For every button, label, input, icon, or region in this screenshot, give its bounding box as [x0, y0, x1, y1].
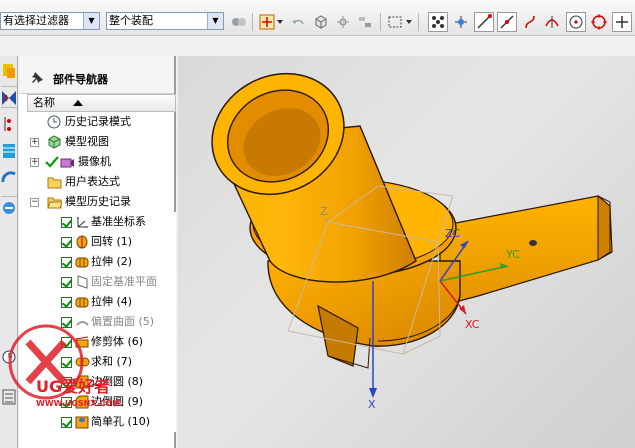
top-toolbar: 有选择过滤器 ▼ 整个装配 ▼ — [0, 0, 635, 36]
snap-control-icon[interactable] — [520, 12, 540, 32]
extrude-icon — [75, 257, 89, 268]
feature-checkbox[interactable] — [61, 297, 72, 308]
hd3d-tools-icon[interactable] — [1, 166, 17, 188]
toolbar-divider — [418, 13, 419, 31]
navigator-header: 部件导航器 — [19, 56, 174, 94]
internet-explorer-icon[interactable] — [1, 196, 17, 218]
tree-item-model-views[interactable]: + 模型视图 — [27, 132, 176, 152]
axis-zc-label: ZC — [445, 227, 461, 240]
feature-extrude-4[interactable]: 拉伸 (4) — [27, 292, 176, 312]
feature-label: 固定基准平面 — [91, 275, 157, 288]
green-check-icon — [45, 156, 59, 168]
tree-item-model-history[interactable]: − 模型历史记录 — [27, 192, 176, 212]
feature-checkbox[interactable] — [61, 417, 72, 428]
chevron-down-icon[interactable]: ▼ — [83, 13, 99, 29]
clock-icon — [47, 115, 61, 129]
tree-item-label: 历史记录模式 — [65, 115, 131, 128]
chevron-down-icon[interactable]: ▼ — [207, 13, 223, 29]
axis-xc-label: XC — [465, 318, 480, 331]
feature-checkbox[interactable] — [61, 277, 72, 288]
part-model[interactable]: ZC YC XC Z X — [178, 56, 635, 448]
undo-arrow-icon[interactable] — [288, 12, 308, 32]
pin-icon[interactable] — [31, 70, 45, 84]
datum-plane-icon — [77, 275, 88, 289]
rectangle-select-icon[interactable] — [385, 12, 405, 32]
datum-csys-icon — [77, 217, 88, 228]
snap-point-icon[interactable] — [257, 12, 277, 32]
toolbar-divider — [252, 13, 253, 31]
toolbar-divider — [380, 13, 381, 31]
folder-icon — [47, 177, 62, 189]
snap-menu-chevron-icon[interactable] — [276, 12, 284, 32]
feature-extrude-2[interactable]: 拉伸 (2) — [27, 252, 176, 272]
tree-item-history-mode[interactable]: 历史记录模式 — [27, 112, 176, 132]
feature-checkbox[interactable] — [61, 237, 72, 248]
move-component-icon[interactable] — [333, 12, 353, 32]
snap-existing-point-icon[interactable] — [428, 12, 448, 32]
expand-plus-icon[interactable]: + — [30, 138, 39, 147]
selection-filter-dropdown[interactable]: 有选择过滤器 ▼ — [0, 12, 100, 30]
snap-intersection-icon[interactable] — [542, 12, 562, 32]
assembly-constraint-icon[interactable] — [355, 12, 375, 32]
snap-point-on-curve-icon[interactable] — [612, 12, 632, 32]
cube-view-icon[interactable] — [311, 12, 331, 32]
selection-scope-value: 整个装配 — [109, 14, 153, 27]
watermark-url: WWW.UGSNX.COM — [36, 399, 120, 408]
selection-scope-dropdown[interactable]: 整个装配 ▼ — [106, 12, 224, 30]
feature-fixed-datum-plane[interactable]: 固定基准平面 — [27, 272, 176, 292]
watermark-brand: UG爱好者 — [36, 377, 110, 396]
feature-checkbox[interactable] — [61, 217, 72, 228]
tree-item-cameras[interactable]: + 摄像机 — [27, 152, 176, 172]
feature-label: 基准坐标系 — [91, 215, 146, 228]
tree-item-label: 模型历史记录 — [65, 195, 131, 208]
feature-label: 拉伸 (4) — [91, 295, 133, 308]
model-views-icon — [48, 135, 61, 149]
snap-quadrant-icon[interactable] — [589, 12, 609, 32]
feature-label: 拉伸 (2) — [91, 255, 133, 268]
constraint-navigator-icon[interactable] — [1, 86, 17, 108]
camera-icon — [60, 158, 74, 168]
snap-control-point-icon[interactable] — [451, 12, 471, 32]
feature-label: 回转 (1) — [91, 235, 133, 248]
tree-item-label: 摄像机 — [78, 155, 111, 168]
snap-mid-point-icon[interactable] — [497, 12, 517, 32]
axis-x-label: X — [368, 398, 376, 411]
selection-filter-value: 有选择过滤器 — [3, 14, 69, 27]
reuse-library-icon[interactable] — [1, 140, 17, 162]
tree-item-user-expressions[interactable]: 用户表达式 — [27, 172, 176, 192]
feature-simple-hole[interactable]: 简单孔 (10) — [27, 412, 176, 432]
ugsnx-watermark-logo: UG爱好者 WWW.UGSNX.COM — [8, 324, 120, 408]
feature-revolve[interactable]: 回转 (1) — [27, 232, 176, 252]
snap-end-point-icon[interactable] — [474, 12, 494, 32]
open-folder-icon — [47, 197, 62, 209]
simple-hole-icon — [75, 416, 89, 429]
tree-item-label: 模型视图 — [65, 135, 109, 148]
part-navigator-icon[interactable] — [1, 113, 17, 135]
axis-yc-label: YC — [505, 248, 520, 261]
column-header-name[interactable]: 名称 — [27, 94, 176, 112]
feature-datum-csys[interactable]: 基准坐标系 — [27, 212, 176, 232]
extrude-icon — [75, 297, 89, 308]
tree-item-label: 用户表达式 — [65, 175, 120, 188]
snap-arc-center-icon[interactable] — [566, 12, 586, 32]
expand-plus-icon[interactable]: + — [30, 158, 39, 167]
feature-checkbox[interactable] — [61, 257, 72, 268]
select-menu-chevron-icon[interactable] — [405, 12, 413, 32]
flat-arm[interactable] — [439, 195, 613, 307]
axis-z-label: Z — [320, 205, 328, 218]
general-selection-intent-icon[interactable] — [229, 12, 249, 32]
navigator-title: 部件导航器 — [53, 73, 108, 86]
graphics-window[interactable]: ZC YC XC Z X — [178, 56, 635, 448]
column-header-label: 名称 — [33, 96, 55, 109]
arm-hole[interactable] — [529, 240, 537, 246]
revolve-icon — [76, 235, 88, 249]
feature-label: 简单孔 (10) — [91, 415, 151, 428]
collapse-minus-icon[interactable]: − — [30, 198, 39, 207]
sort-ascending-icon — [73, 100, 83, 106]
assembly-navigator-icon[interactable] — [1, 60, 17, 82]
